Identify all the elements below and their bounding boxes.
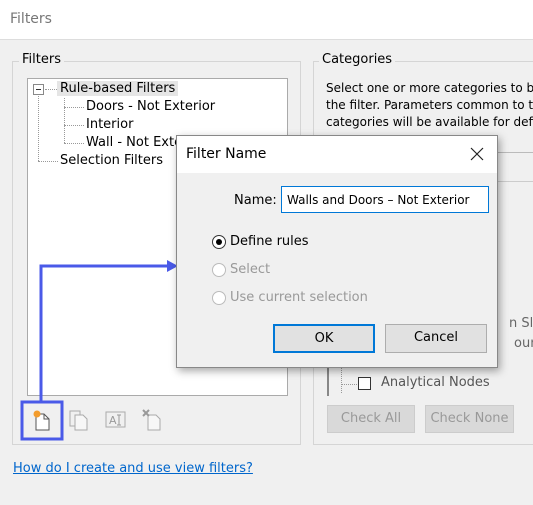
close-icon[interactable]	[468, 145, 486, 163]
filter-name-dialog: Filter Name Name: Define rules Select Us…	[176, 135, 498, 368]
use-current-selection-radio[interactable]	[212, 291, 226, 305]
filter-name-input[interactable]	[281, 186, 489, 213]
use-current-selection-label: Use current selection	[230, 290, 368, 305]
cancel-button[interactable]: Cancel	[385, 324, 487, 353]
dialog-titlebar: Filter Name	[177, 136, 497, 173]
select-radio[interactable]	[212, 263, 226, 277]
define-rules-radio[interactable]	[212, 235, 226, 249]
dialog-title: Filter Name	[186, 146, 267, 162]
name-label: Name:	[234, 193, 277, 208]
ok-button[interactable]: OK	[273, 324, 375, 353]
define-rules-label: Define rules	[230, 234, 309, 249]
select-label: Select	[230, 262, 271, 277]
